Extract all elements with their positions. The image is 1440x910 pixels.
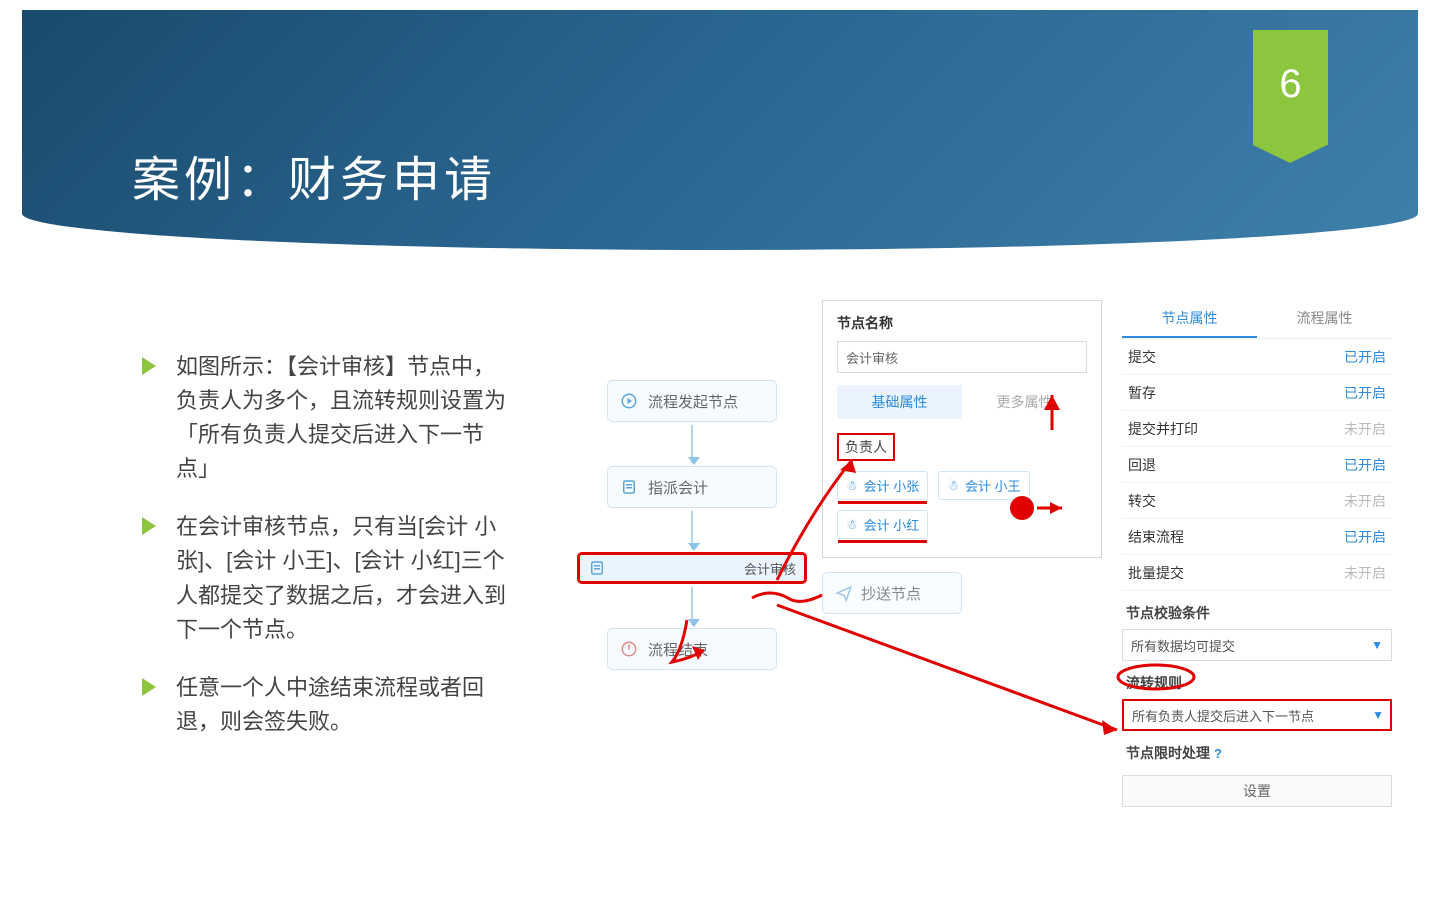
cond-select-value: 所有数据均可提交 xyxy=(1131,636,1235,655)
node-name-label: 节点名称 xyxy=(837,313,1087,333)
flow-node-label: 流程结束 xyxy=(648,639,708,660)
node-name-panel: 节点名称 基础属性 更多属性 负责人 ☃会计 小张 ☃会计 小王 ☃会计 小红 xyxy=(822,300,1102,558)
prop-val[interactable]: 已开启 xyxy=(1344,383,1386,403)
help-icon[interactable]: ? xyxy=(1214,746,1222,761)
form-icon xyxy=(620,478,638,496)
prop-val[interactable]: 已开启 xyxy=(1344,455,1386,475)
prop-key: 回退 xyxy=(1128,455,1156,475)
tab-node-props[interactable]: 节点属性 xyxy=(1122,300,1257,338)
owner-chip[interactable]: ☃会计 小红 xyxy=(837,510,928,539)
owner-chip[interactable]: ☃会计 小张 xyxy=(837,471,928,500)
rule-select[interactable]: 所有负责人提交后进入下一节点 ▼ xyxy=(1122,699,1392,731)
flowchart: 流程发起节点 指派会计 会计审核 流程结束 xyxy=(577,380,807,670)
section-cond-title: 节点校验条件 xyxy=(1122,591,1392,629)
bullet-item: 任意一个人中途结束流程或者回退，则会签失败。 xyxy=(142,671,512,739)
flow-node-label: 会计审核 xyxy=(744,559,796,578)
node-properties-panel: 节点属性 流程属性 提交已开启 暂存已开启 提交并打印未开启 回退已开启 转交未… xyxy=(1122,300,1392,807)
flow-node-label: 流程发起节点 xyxy=(648,391,738,412)
play-icon xyxy=(620,392,638,410)
tab-basic-attrs[interactable]: 基础属性 xyxy=(837,385,962,419)
flow-node-review[interactable]: 会计审核 xyxy=(577,552,807,584)
settings-button[interactable]: 设置 xyxy=(1122,775,1392,807)
cond-select[interactable]: 所有数据均可提交 ▼ xyxy=(1122,629,1392,661)
owner-chip[interactable]: ☃会计 小王 xyxy=(938,471,1029,500)
slide-title: 案例：财务申请 xyxy=(132,140,496,210)
section-timeout-title: 节点限时处理? xyxy=(1122,731,1392,769)
flow-node-label: 抄送节点 xyxy=(861,583,921,604)
bullet-item: 如图所示：【会计审核】节点中，负责人为多个，且流转规则设置为「所有负责人提交后进… xyxy=(142,350,512,486)
prop-key: 批量提交 xyxy=(1128,563,1184,583)
node-name-input[interactable] xyxy=(837,341,1087,373)
form-icon xyxy=(588,559,606,577)
owner-label: 负责人 xyxy=(837,433,895,461)
prop-val[interactable]: 已开启 xyxy=(1344,527,1386,547)
bullet-item: 在会计审核节点，只有当[会计 小张]、[会计 小王]、[会计 小红]三个人都提交… xyxy=(142,510,512,646)
flow-node-end[interactable]: 流程结束 xyxy=(607,628,777,670)
flow-node-start[interactable]: 流程发起节点 xyxy=(607,380,777,422)
annotation-circle xyxy=(1116,663,1206,693)
power-icon xyxy=(620,640,638,658)
prop-val[interactable]: 已开启 xyxy=(1344,347,1386,367)
user-icon: ☃ xyxy=(947,478,959,494)
prop-val[interactable]: 未开启 xyxy=(1344,563,1386,583)
chevron-down-icon: ▼ xyxy=(1371,638,1383,652)
flow-node-cc[interactable]: 抄送节点 xyxy=(822,572,962,614)
tab-more-attrs[interactable]: 更多属性 xyxy=(962,385,1087,419)
prop-val[interactable]: 未开启 xyxy=(1344,491,1386,511)
flow-node-assign[interactable]: 指派会计 xyxy=(607,466,777,508)
prop-key: 提交 xyxy=(1128,347,1156,367)
prop-key: 提交并打印 xyxy=(1128,419,1198,439)
prop-key: 暂存 xyxy=(1128,383,1156,403)
prop-val[interactable]: 未开启 xyxy=(1344,419,1386,439)
prop-key: 转交 xyxy=(1128,491,1156,511)
rule-select-value: 所有负责人提交后进入下一节点 xyxy=(1132,706,1314,725)
flow-node-label: 指派会计 xyxy=(648,477,708,498)
section-rule-title: 流转规则 xyxy=(1122,661,1392,699)
user-icon: ☃ xyxy=(846,517,858,533)
send-icon xyxy=(835,584,853,602)
chevron-down-icon: ▼ xyxy=(1372,708,1384,722)
prop-key: 结束流程 xyxy=(1128,527,1184,547)
slide-header: 案例：财务申请 6 xyxy=(22,10,1418,250)
user-icon: ☃ xyxy=(846,478,858,494)
tab-flow-props[interactable]: 流程属性 xyxy=(1257,300,1392,338)
page-number-badge: 6 xyxy=(1253,30,1328,145)
bullet-list: 如图所示：【会计审核】节点中，负责人为多个，且流转规则设置为「所有负责人提交后进… xyxy=(142,350,512,763)
